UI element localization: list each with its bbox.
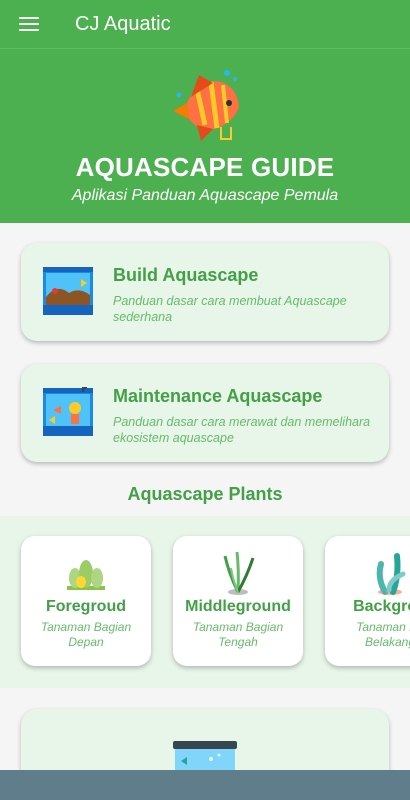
menu-button[interactable] [0, 0, 58, 48]
diver-aquarium-icon [43, 387, 93, 436]
hamburger-icon [19, 17, 39, 31]
plant-card-middleground[interactable]: Middleground Tanaman Bagian Tengah [173, 536, 303, 666]
section-title: Aquascape Plants [127, 484, 283, 504]
background-plant-icon [376, 553, 406, 595]
angelfish-icon [173, 70, 239, 141]
app-bar: CJ Aquatic [0, 0, 410, 48]
aquarium-build-icon [43, 267, 93, 315]
plant-description: Tanaman Bagian Depan [40, 620, 132, 649]
hero-header: AQUASCAPE GUIDE Aplikasi Panduan Aquasca… [0, 48, 410, 223]
plant-card-background[interactable]: Backgrou Tanaman Ba Belakang [325, 536, 410, 666]
card-description: Panduan dasar cara membuat Aquascape sed… [113, 294, 347, 324]
app-title: CJ Aquatic [75, 12, 171, 35]
card-title: Maintenance Aquascape [113, 386, 323, 406]
plant-card-foreground[interactable]: Foregroud Tanaman Bagian Depan [21, 536, 151, 666]
plants-carousel[interactable]: Foregroud Tanaman Bagian Depan Middlegro… [0, 516, 410, 688]
plant-name: Backgrou [353, 598, 410, 615]
card-description: Panduan dasar cara merawat dan memelihar… [113, 415, 371, 445]
plant-description: Tanaman Ba Belakang [356, 620, 410, 649]
hero-title: AQUASCAPE GUIDE [75, 152, 335, 182]
maintenance-aquascape-card[interactable]: Maintenance Aquascape Panduan dasar cara… [21, 364, 389, 462]
card-title: Build Aquascape [113, 265, 259, 285]
build-aquascape-card[interactable]: Build Aquascape Panduan dasar cara membu… [21, 243, 389, 341]
plant-name: Foregroud [46, 598, 126, 615]
system-navigation-bar [0, 770, 410, 800]
foreground-plant-icon [67, 560, 105, 590]
middleground-plant-icon [223, 551, 255, 595]
plant-description: Tanaman Bagian Tengah [192, 620, 284, 649]
hero-subtitle: Aplikasi Panduan Aquascape Pemula [71, 187, 339, 204]
plant-name: Middleground [185, 598, 291, 615]
